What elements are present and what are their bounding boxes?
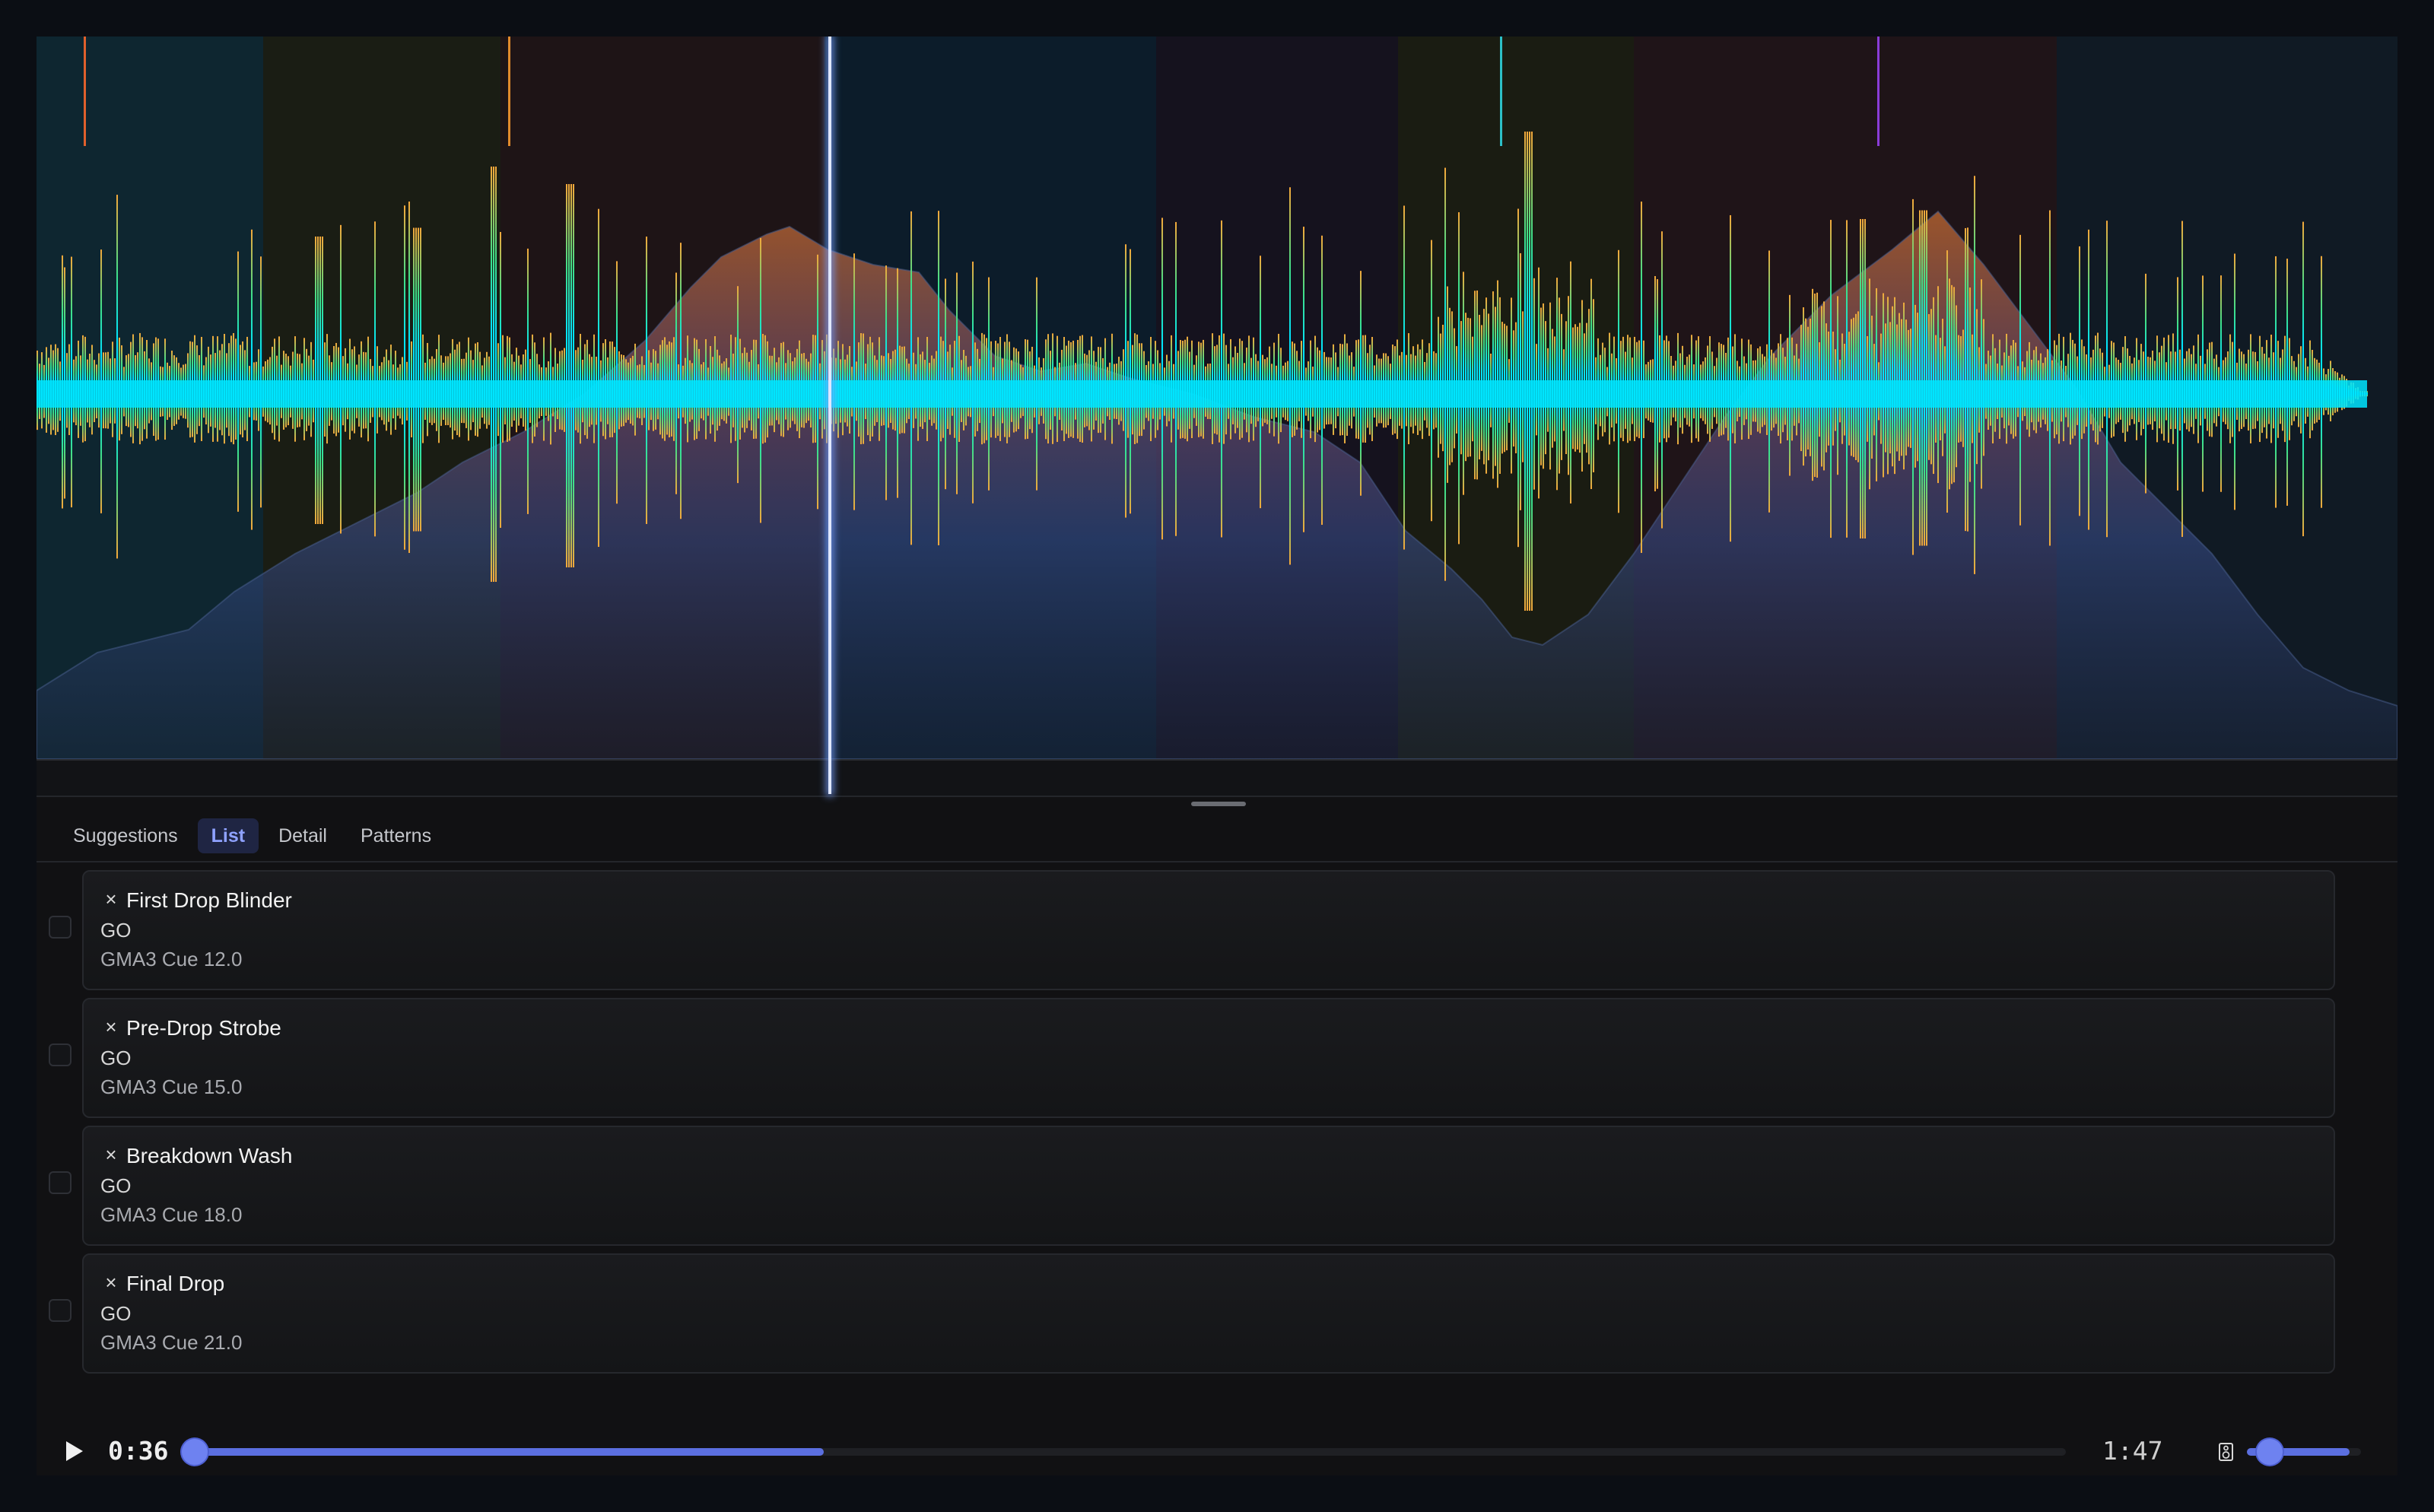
cue-marker[interactable] — [84, 37, 86, 146]
cue-select-checkbox[interactable] — [49, 1171, 71, 1194]
close-icon[interactable]: × — [100, 1016, 122, 1037]
tab-detail[interactable]: Detail — [265, 818, 341, 853]
close-icon[interactable]: × — [100, 888, 122, 910]
cue-action: GO — [100, 1302, 132, 1325]
close-icon[interactable]: × — [100, 1144, 122, 1165]
tab-list[interactable]: List — [197, 818, 259, 853]
cue-select-checkbox[interactable] — [49, 1043, 71, 1066]
list-item: × Final Drop GO GMA3 Cue 21.0 — [37, 1253, 2397, 1374]
cue-card[interactable]: × First Drop Blinder GO GMA3 Cue 12.0 — [82, 870, 2335, 990]
list-item: × Pre-Drop Strobe GO GMA3 Cue 15.0 — [37, 998, 2397, 1118]
seek-thumb[interactable] — [182, 1439, 208, 1465]
seek-slider[interactable] — [182, 1439, 2066, 1465]
timeline-ruler[interactable] — [37, 759, 2397, 797]
app-window: Suggestions List Detail Patterns × First… — [37, 37, 2397, 1475]
cue-card[interactable]: × Pre-Drop Strobe GO GMA3 Cue 15.0 — [82, 998, 2335, 1118]
panel-resize-handle[interactable] — [1191, 802, 1246, 806]
tab-patterns[interactable]: Patterns — [347, 818, 445, 853]
cue-name: Final Drop — [126, 1272, 225, 1295]
cue-target: GMA3 Cue 15.0 — [100, 1075, 243, 1098]
playhead[interactable] — [828, 37, 831, 794]
tab-suggestions[interactable]: Suggestions — [59, 818, 192, 853]
cue-action: GO — [100, 1047, 132, 1069]
transport-bar: 0:36 1:47 — [37, 1430, 2397, 1475]
cue-target: GMA3 Cue 21.0 — [100, 1331, 243, 1354]
speaker-icon[interactable] — [2218, 1441, 2235, 1463]
tabs-divider — [37, 861, 2397, 862]
cue-name: First Drop Blinder — [126, 888, 292, 912]
waveform-canvas[interactable] — [37, 37, 2397, 759]
seek-progress — [195, 1448, 824, 1456]
cue-action: GO — [100, 1174, 132, 1197]
volume-thumb[interactable] — [2257, 1439, 2283, 1465]
play-icon[interactable] — [59, 1437, 87, 1465]
cue-select-checkbox[interactable] — [49, 916, 71, 939]
close-icon[interactable]: × — [100, 1272, 122, 1293]
cue-marker[interactable] — [1500, 37, 1502, 146]
cue-marker[interactable] — [1877, 37, 1880, 146]
cue-name: Breakdown Wash — [126, 1144, 293, 1167]
cue-select-checkbox[interactable] — [49, 1299, 71, 1322]
view-tabs: Suggestions List Detail Patterns — [59, 818, 445, 853]
cue-name: Pre-Drop Strobe — [126, 1016, 281, 1040]
cue-target: GMA3 Cue 18.0 — [100, 1203, 243, 1226]
cue-card[interactable]: × Breakdown Wash GO GMA3 Cue 18.0 — [82, 1126, 2335, 1246]
cue-card[interactable]: × Final Drop GO GMA3 Cue 21.0 — [82, 1253, 2335, 1374]
cue-target: GMA3 Cue 12.0 — [100, 948, 243, 970]
waveform-panel[interactable] — [37, 37, 2397, 759]
list-item: × First Drop Blinder GO GMA3 Cue 12.0 — [37, 870, 2397, 990]
total-time: 1:47 — [2102, 1436, 2163, 1466]
list-item: × Breakdown Wash GO GMA3 Cue 18.0 — [37, 1126, 2397, 1246]
volume-slider[interactable] — [2247, 1439, 2361, 1465]
cue-action: GO — [100, 919, 132, 942]
current-time: 0:36 — [108, 1436, 169, 1466]
cue-marker[interactable] — [508, 37, 510, 146]
